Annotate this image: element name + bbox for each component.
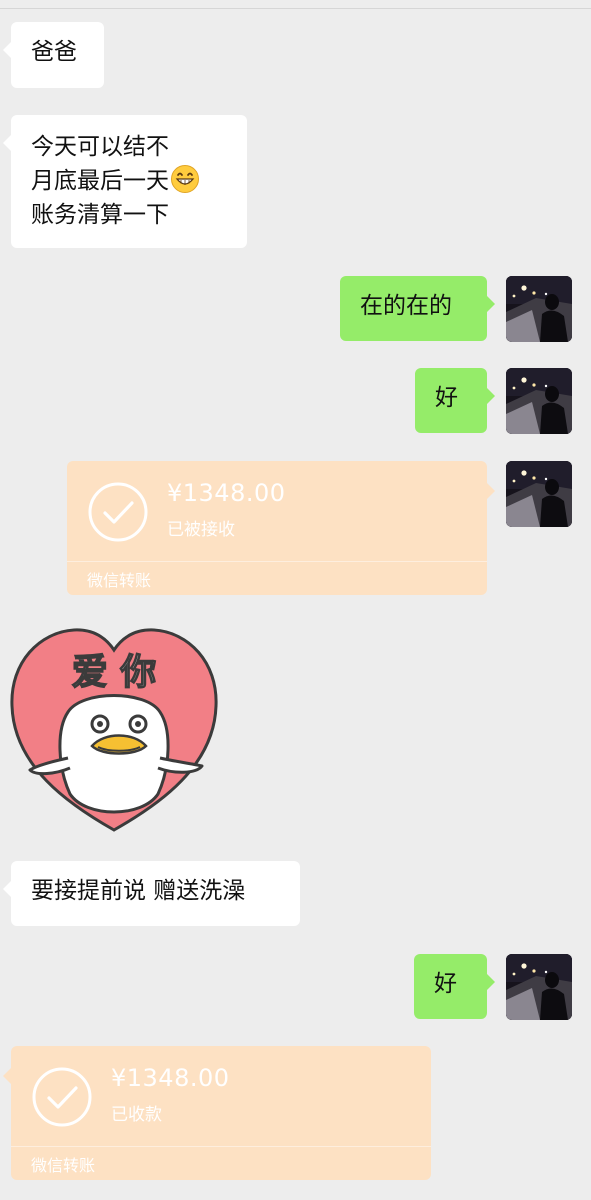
- transfer-footer-label: 微信转账: [31, 1156, 96, 1175]
- message-bubble-incoming[interactable]: 爸爸: [3, 22, 104, 88]
- sticker-text: 爱 你: [72, 652, 157, 693]
- wechat-transfer-card[interactable]: ¥1348.00 已收款 微信转账: [3, 1046, 431, 1180]
- avatar[interactable]: [506, 276, 572, 342]
- avatar-night-photo: [506, 461, 572, 527]
- message-text: 在的在的: [360, 293, 452, 319]
- love-duck-sticker[interactable]: 爱 你: [8, 618, 220, 836]
- avatar-night-photo: [506, 368, 572, 434]
- avatar[interactable]: [506, 368, 572, 434]
- transfer-status: 已被接收: [167, 520, 235, 540]
- avatar[interactable]: [506, 461, 572, 527]
- transfer-status: 已收款: [111, 1105, 162, 1125]
- wechat-transfer-card[interactable]: ¥1348.00 已被接收 微信转账: [67, 461, 495, 595]
- check-circle-icon: [88, 482, 148, 542]
- message-text-line: 账务清算一下: [31, 202, 169, 228]
- message-bubble-outgoing[interactable]: 好: [415, 368, 495, 433]
- check-circle-icon: [32, 1067, 92, 1127]
- top-divider: [0, 8, 591, 9]
- transfer-divider: [67, 561, 487, 562]
- message-text: 要接提前说 赠送洗澡: [31, 878, 246, 904]
- message-text-line: 今天可以结不: [31, 134, 169, 160]
- transfer-divider: [11, 1146, 431, 1147]
- transfer-amount: ¥1348.00: [111, 1064, 230, 1092]
- avatar-night-photo: [506, 954, 572, 1020]
- message-text: 好: [434, 971, 457, 997]
- message-bubble-incoming[interactable]: 今天可以结不 月底最后一天 账务清算一下: [3, 115, 247, 248]
- message-text: 爸爸: [31, 39, 77, 65]
- message-bubble-incoming[interactable]: 要接提前说 赠送洗澡: [3, 861, 300, 926]
- message-text: 好: [435, 385, 458, 411]
- transfer-amount: ¥1348.00: [167, 479, 286, 507]
- avatar-night-photo: [506, 276, 572, 342]
- message-bubble-outgoing[interactable]: 在的在的: [340, 276, 495, 341]
- transfer-footer-label: 微信转账: [87, 571, 152, 590]
- avatar[interactable]: [506, 954, 572, 1020]
- grinning-face-icon: [171, 165, 199, 193]
- message-text-line: 月底最后一天: [31, 164, 227, 198]
- message-bubble-outgoing[interactable]: 好: [414, 954, 495, 1019]
